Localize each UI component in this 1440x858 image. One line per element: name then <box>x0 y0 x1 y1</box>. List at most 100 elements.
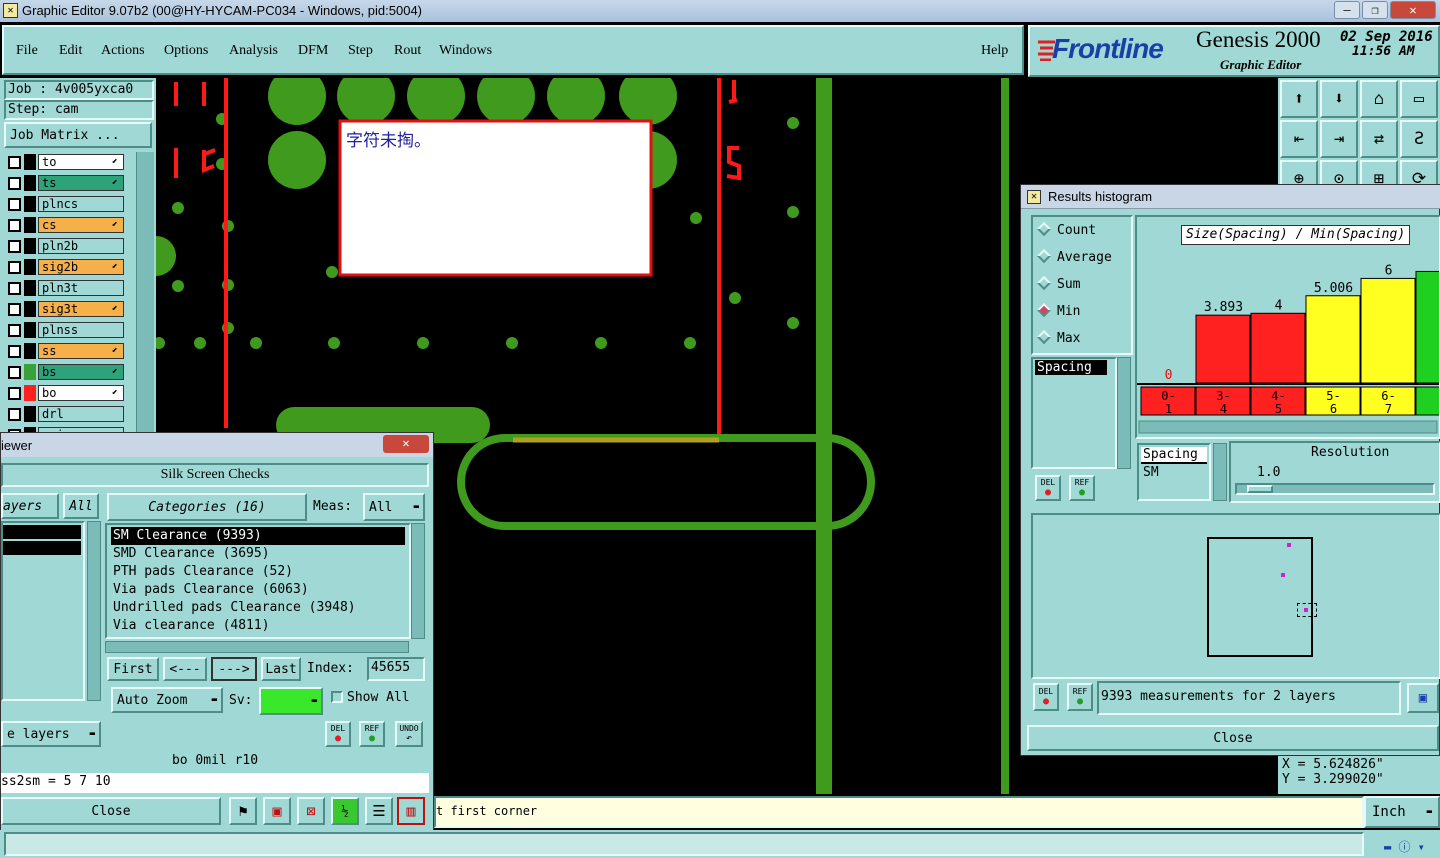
selection-item-0[interactable]: Spacing <box>1141 447 1207 464</box>
menu-file[interactable]: File <box>16 43 38 59</box>
layer-color-swatch[interactable] <box>24 385 36 401</box>
layer-checkbox[interactable] <box>8 177 21 190</box>
category-item[interactable]: SM Clearance (9393) <box>111 527 405 545</box>
category-item[interactable]: Via pads Clearance (6063) <box>111 581 405 599</box>
notes-icon[interactable]: ☰ <box>365 797 393 825</box>
radio-diamond-icon[interactable] <box>1036 329 1052 345</box>
sv-dropdown[interactable]: ▬ <box>259 687 323 715</box>
viewer-del-button[interactable]: DEL ● <box>325 721 351 747</box>
viewer-close-icon[interactable]: ✕ <box>383 435 429 453</box>
layer-color-swatch[interactable] <box>24 322 36 338</box>
layer-select-scrollbar[interactable] <box>87 521 101 701</box>
measure-list-scrollbar[interactable] <box>1117 357 1131 469</box>
histogram-bar[interactable] <box>1250 312 1306 384</box>
histogram-bar[interactable] <box>1195 314 1251 384</box>
menu-dfm[interactable]: DFM <box>298 43 328 59</box>
layer-name[interactable]: pln2b <box>38 238 124 254</box>
s-route-icon[interactable]: Ƨ <box>1400 120 1438 158</box>
layer-color-swatch[interactable] <box>24 259 36 275</box>
layer-row-plnss[interactable]: plnss <box>8 322 124 338</box>
layer-color-swatch[interactable] <box>24 175 36 191</box>
measure-list-item[interactable]: Spacing <box>1035 360 1107 375</box>
layer-checkbox[interactable] <box>8 387 21 400</box>
histogram-icon[interactable]: ▥ <box>397 797 425 825</box>
numbering-icon[interactable]: ½ <box>331 797 359 825</box>
layer-color-swatch[interactable] <box>24 280 36 296</box>
preview-board[interactable] <box>1207 537 1317 657</box>
viewer-ref-button[interactable]: REF ● <box>359 721 385 747</box>
layer-row-cs[interactable]: cs ⬋ <box>8 217 124 233</box>
layer-row-bo[interactable]: bo ⬋ <box>8 385 124 401</box>
first-button[interactable]: First <box>107 657 159 681</box>
selection-item-1[interactable]: SM <box>1143 465 1159 480</box>
units-dropdown[interactable]: Inch ▬ <box>1364 796 1440 828</box>
layer-color-swatch[interactable] <box>24 364 36 380</box>
window-icon[interactable]: ▭ <box>1400 80 1438 118</box>
layer-color-swatch[interactable] <box>24 301 36 317</box>
category-item[interactable]: Via clearance (4811) <box>111 617 405 635</box>
layer-checkbox[interactable] <box>8 303 21 316</box>
measure-list[interactable]: Spacing <box>1031 357 1117 469</box>
home-icon[interactable]: ⌂ <box>1360 80 1398 118</box>
layer-name[interactable]: drl <box>38 406 124 422</box>
histogram-chart[interactable]: 00-13.8933-444-55.0065-666-77 <box>1137 217 1439 437</box>
layer-name[interactable]: plncs <box>38 196 124 212</box>
export-icon[interactable]: ▣ <box>263 797 291 825</box>
layer-color-swatch[interactable] <box>24 217 36 233</box>
radio-diamond-icon[interactable] <box>1036 302 1052 318</box>
layer-row-plncs[interactable]: plncs <box>8 196 124 212</box>
menu-help[interactable]: Help <box>981 43 1008 59</box>
layer-checkbox[interactable] <box>8 366 21 379</box>
layer-checkbox[interactable] <box>8 219 21 232</box>
help-icon[interactable]: ▬ ⓘ ▾ <box>1384 838 1438 854</box>
menu-analysis[interactable]: Analysis <box>229 43 278 59</box>
results-del-button[interactable]: DEL ● <box>1035 475 1061 501</box>
option-min[interactable]: Min <box>1036 302 1080 322</box>
layer-checkbox[interactable] <box>8 324 21 337</box>
layers-dropdown[interactable]: e layers ▬ <box>1 721 101 747</box>
results-close-button[interactable]: Close <box>1027 725 1439 751</box>
layer-select-row[interactable] <box>3 525 81 539</box>
layer-color-swatch[interactable] <box>24 196 36 212</box>
resolution-slider[interactable] <box>1235 483 1435 495</box>
layers-all-button[interactable]: All <box>63 493 99 519</box>
option-average[interactable]: Average <box>1036 248 1112 268</box>
viewer-undo-button[interactable]: UNDO ↶ <box>395 721 423 747</box>
menu-edit[interactable]: Edit <box>59 43 82 59</box>
menu-options[interactable]: Options <box>164 43 208 59</box>
radio-diamond-icon[interactable] <box>1036 221 1052 237</box>
category-item[interactable]: PTH pads Clearance (52) <box>111 563 405 581</box>
category-hscrollbar[interactable] <box>105 641 409 653</box>
layer-checkbox[interactable] <box>8 240 21 253</box>
layer-scrollbar[interactable] <box>136 152 154 434</box>
layer-checkbox[interactable] <box>8 156 21 169</box>
layer-row-pln3t[interactable]: pln3t <box>8 280 124 296</box>
selection-scrollbar[interactable] <box>1213 443 1227 501</box>
layer-row-to[interactable]: to ⬋ <box>8 154 124 170</box>
option-count[interactable]: Count <box>1036 221 1096 241</box>
histogram-scrollbar[interactable] <box>1138 420 1438 434</box>
category-item[interactable]: SMD Clearance (3695) <box>111 545 405 563</box>
layer-checkbox[interactable] <box>8 345 21 358</box>
histogram-bar[interactable] <box>1415 270 1439 384</box>
histogram-bin-cell[interactable] <box>1415 386 1439 416</box>
category-list[interactable]: SM Clearance (9393) SMD Clearance (3695) P… <box>105 523 411 639</box>
histogram-bar[interactable] <box>1360 277 1416 384</box>
prev-button[interactable]: <--- <box>163 657 207 681</box>
layer-row-pln2b[interactable]: pln2b <box>8 238 124 254</box>
layer-checkbox[interactable] <box>8 282 21 295</box>
histogram-bar[interactable] <box>1305 295 1361 384</box>
resolution-slider-thumb[interactable] <box>1247 485 1273 493</box>
selection-list[interactable]: Spacing SM <box>1137 443 1211 501</box>
close-icon[interactable]: ✕ <box>1390 1 1436 19</box>
next-button[interactable]: ---> <box>211 657 257 681</box>
layer-color-swatch[interactable] <box>24 406 36 422</box>
zoom-down-icon[interactable]: ⬇ <box>1320 80 1358 118</box>
show-all-checkbox[interactable] <box>331 691 343 703</box>
summary-del-button[interactable]: DEL ● <box>1033 683 1059 711</box>
layer-select-row[interactable] <box>3 541 81 555</box>
layer-name[interactable]: plnss <box>38 322 124 338</box>
option-sum[interactable]: Sum <box>1036 275 1080 295</box>
pan-right-icon[interactable]: ⇥ <box>1320 120 1358 158</box>
menu-step[interactable]: Step <box>348 43 373 59</box>
